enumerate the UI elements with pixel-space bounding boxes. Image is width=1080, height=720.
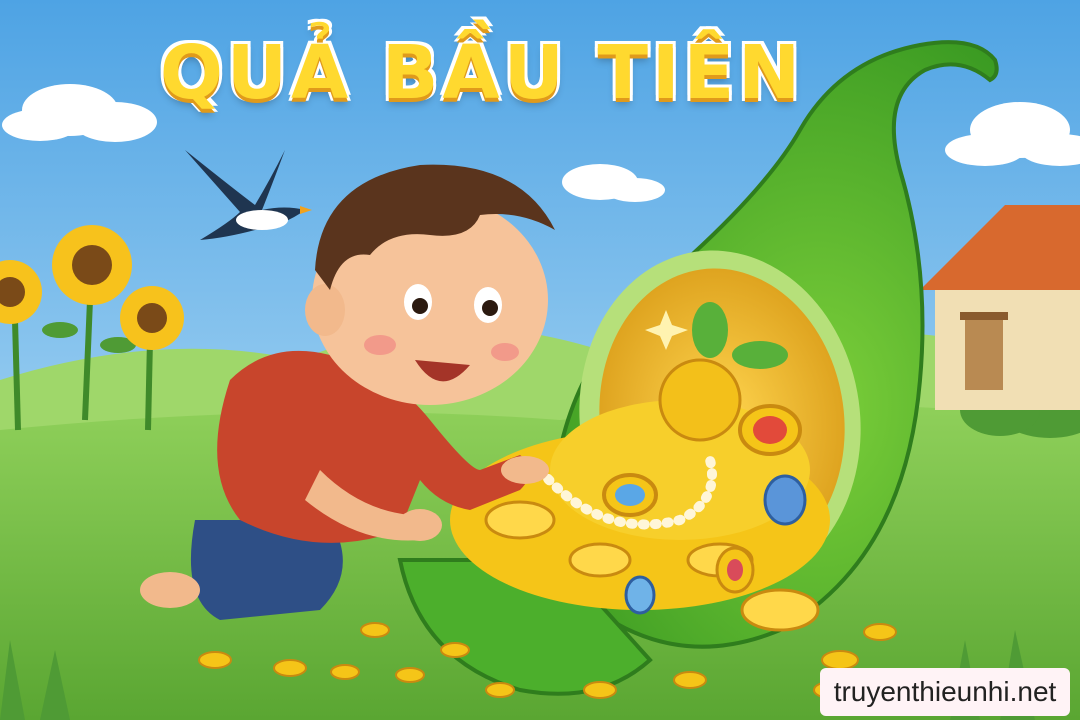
gem-icon [763,474,807,526]
illustration-scene: QUẢ BẦU TIÊN truyenthieunhi.net [0,0,1080,720]
story-title: QUẢ BẦU TIÊN [160,30,805,116]
gem-icon [738,404,802,456]
site-watermark: truyenthieunhi.net [820,668,1070,716]
gem-icon [602,473,658,517]
gem-icon [624,575,656,615]
gem-icon [715,546,755,594]
